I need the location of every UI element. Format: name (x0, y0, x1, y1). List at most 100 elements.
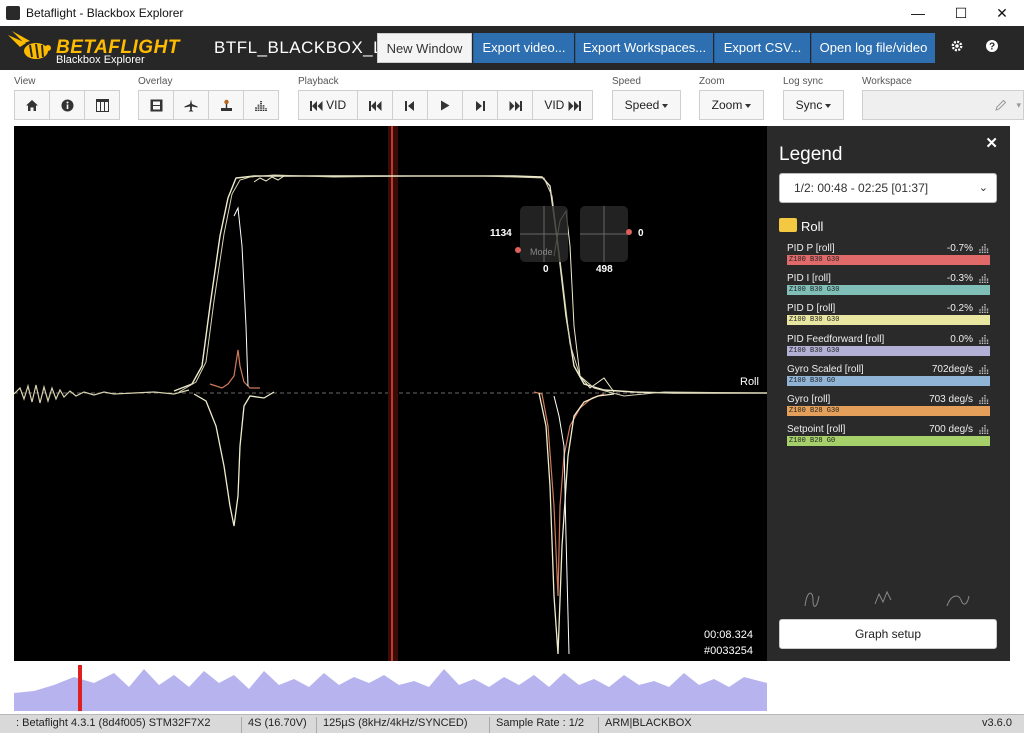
legend-item-value: 703 deg/s (929, 394, 973, 405)
new-window-button[interactable]: New Window (377, 33, 472, 63)
gyro-ripple-trace (253, 175, 285, 183)
export-csv-button[interactable]: Export CSV... (714, 33, 810, 63)
airplane-icon (184, 99, 198, 112)
folder-icon[interactable] (779, 218, 797, 232)
gear-icon[interactable] (947, 39, 967, 59)
caret-down-icon (662, 103, 669, 108)
legend-item-pid-i[interactable]: PID I [roll] -0.3% Z100 B30 G30 (787, 273, 991, 301)
export-workspaces-button[interactable]: Export Workspaces... (575, 33, 713, 63)
step-forward-button[interactable] (462, 90, 498, 120)
minimize-button[interactable]: — (898, 2, 938, 24)
spectrum-icon[interactable] (979, 243, 989, 253)
status-sample-rate: Sample Rate : 1/2 (489, 717, 584, 733)
legend-title: Legend (779, 144, 843, 165)
legend-item-pid-d[interactable]: PID D [roll] -0.2% Z100 B30 G30 (787, 303, 991, 331)
spectrum-icon[interactable] (979, 394, 989, 404)
help-icon[interactable]: ? (982, 39, 1002, 59)
sticks-overlay-button[interactable] (208, 90, 244, 120)
step-backward-icon (405, 100, 414, 111)
legend-color-bar: Z100 B30 G30 (787, 255, 990, 265)
pencil-icon[interactable] (995, 99, 1007, 111)
info-button[interactable] (49, 90, 85, 120)
fast-forward-icon (509, 100, 522, 111)
trace-label: Roll (740, 376, 759, 388)
graph-canvas (14, 126, 767, 661)
video-start-label: VID (326, 98, 347, 112)
analyser-overlay-button[interactable] (243, 90, 279, 120)
legend-item-name: PID D [roll] (787, 303, 836, 314)
legend-item-gyro[interactable]: Gyro [roll] 703 deg/s Z100 B28 G30 (787, 394, 991, 422)
main-toolbar: View Overlay Playback Speed Zoom Log syn… (0, 70, 1024, 126)
maximize-button[interactable]: ☐ (941, 2, 981, 24)
legend-item-name: Gyro [roll] (787, 394, 831, 405)
left-stick-dot (515, 247, 521, 253)
legend-item-name: Gyro Scaled [roll] (787, 364, 864, 375)
jump-end-button[interactable] (497, 90, 533, 120)
spectrum-icon[interactable] (979, 424, 989, 434)
legend-item-name: PID Feedforward [roll] (787, 334, 885, 345)
zoom-dropdown[interactable]: Zoom (699, 90, 764, 120)
legend-item-gyro-scaled[interactable]: Gyro Scaled [roll] 702deg/s Z100 B30 G0 (787, 364, 991, 392)
status-looptime: 125µS (8kHz/4kHz/SYNCED) (316, 717, 468, 733)
right-stick-bottom-value: 498 (596, 264, 613, 275)
zoom-dropdown-label: Zoom (711, 98, 743, 112)
log-sync-dropdown[interactable]: Sync (783, 90, 844, 120)
legend-bar-text: Z100 B30 G30 (789, 316, 840, 324)
legend-item-value: 702deg/s (931, 364, 973, 375)
video-overlay-button[interactable] (138, 90, 174, 120)
log-graph[interactable]: 1134 Mode 0 0 498 Roll 00:08.324 #003325… (14, 126, 767, 661)
legend-color-bar: Z100 B30 G0 (787, 376, 990, 386)
right-stick-value: 0 (638, 228, 644, 239)
film-icon (150, 99, 162, 112)
seek-position-marker (78, 665, 82, 711)
play-button[interactable] (427, 90, 463, 120)
spectrum-icon[interactable] (979, 364, 989, 374)
gyro-dip-trace (553, 395, 570, 655)
legend-item-setpoint[interactable]: Setpoint [roll] 700 deg/s Z100 B28 G0 (787, 424, 991, 452)
left-stick-value: 1134 (490, 228, 512, 239)
status-firmware: : Betaflight 4.3.1 (8d4f005) STM32F7X2 (16, 717, 211, 729)
open-log-button[interactable]: Open log file/video (811, 33, 935, 63)
zoom-group-label: Zoom (699, 76, 725, 87)
spectrum-icon[interactable] (979, 303, 989, 313)
legend-bar-text: Z100 B28 G30 (789, 407, 840, 415)
gyro-noise-trace (14, 383, 190, 404)
status-bar: : Betaflight 4.3.1 (8d4f005) STM32F7X2 4… (0, 714, 1024, 733)
playback-group-label: Playback (298, 76, 339, 87)
mini-analyser-icons (804, 590, 970, 607)
legend-group-label[interactable]: Roll (801, 219, 823, 234)
gyro-trace (178, 174, 767, 397)
spectrum-icon[interactable] (979, 334, 989, 344)
caret-down-icon (745, 103, 752, 108)
close-window-button[interactable]: ✕ (982, 2, 1022, 24)
home-icon (26, 100, 38, 112)
status-flags: ARM|BLACKBOX (598, 717, 692, 733)
video-end-label: VID (544, 98, 565, 112)
video-end-button[interactable]: VID (532, 90, 593, 120)
home-button[interactable] (14, 90, 50, 120)
video-start-button[interactable]: VID (298, 90, 358, 120)
legend-item-pid-feedforward[interactable]: PID Feedforward [roll] 0.0% Z100 B30 G30 (787, 334, 991, 362)
log-range-value: 1/2: 00:48 - 02:25 [01:37] (794, 181, 929, 195)
legend-item-pid-p[interactable]: PID P [roll] -0.7% Z100 B30 G30 (787, 243, 991, 271)
export-video-button[interactable]: Export video... (473, 33, 574, 63)
workspace-selector[interactable]: ▾ (862, 90, 1024, 120)
log-sync-dropdown-label: Sync (795, 98, 823, 112)
graph-setup-button[interactable]: Graph setup (779, 619, 997, 649)
logo-subtitle: Blackbox Explorer (56, 54, 145, 66)
jump-start-button[interactable] (357, 90, 393, 120)
step-back-button[interactable] (392, 90, 428, 120)
workspace-group-label: Workspace (862, 76, 912, 87)
table-view-button[interactable] (84, 90, 120, 120)
columns-icon (95, 99, 109, 113)
log-range-select[interactable]: 1/2: 00:48 - 02:25 [01:37] ⌄ (779, 173, 997, 203)
spectrum-icon[interactable] (979, 273, 989, 283)
craft-overlay-button[interactable] (173, 90, 209, 120)
legend-bar-text: Z100 B30 G0 (789, 377, 836, 385)
close-icon[interactable]: ✕ (985, 134, 998, 152)
speed-dropdown[interactable]: Speed (612, 90, 681, 120)
skip-to-start-icon (309, 100, 323, 111)
feedforward-trace (193, 391, 275, 527)
activity-fill (14, 669, 767, 711)
seek-bar[interactable] (14, 663, 767, 711)
